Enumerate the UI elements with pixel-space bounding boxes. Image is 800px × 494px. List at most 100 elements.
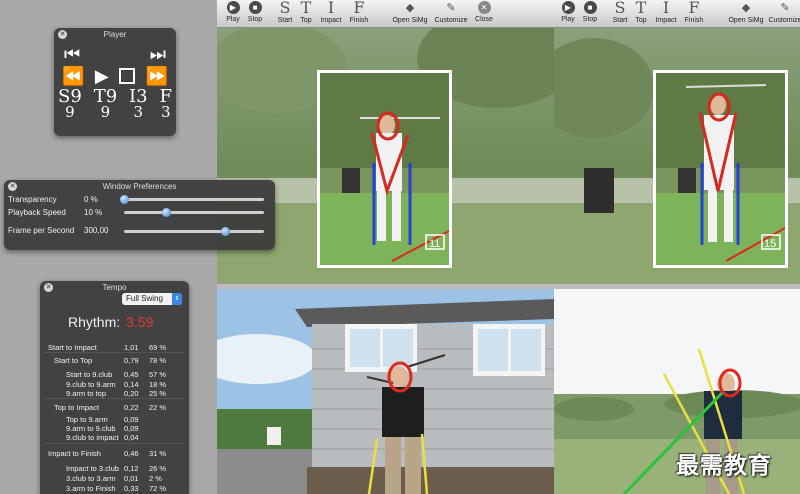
fps-slider[interactable]	[124, 230, 264, 233]
tempo-row: 3.club to 3.arm 0,01 2 %	[66, 474, 162, 483]
close-icon[interactable]: ✕	[44, 283, 53, 292]
frame-number-right: 15	[764, 238, 776, 250]
playback-speed-slider[interactable]	[124, 211, 264, 214]
video-window-bottom-left	[217, 289, 554, 494]
stop-icon: ■	[248, 1, 262, 14]
tempo-row-seconds: 0,33	[124, 484, 139, 493]
tempo-row-percent: 26 %	[149, 464, 167, 473]
start-button[interactable]: S Start	[276, 0, 294, 24]
transparency-slider[interactable]	[124, 198, 264, 201]
fast-forward-button[interactable]: ⏩	[146, 66, 168, 86]
impact-button[interactable]: I Impact	[318, 0, 344, 24]
tempo-row-percent: 2 %	[149, 474, 162, 483]
frame-number-left: 11	[429, 238, 440, 250]
close-icon[interactable]: ✕	[58, 30, 67, 39]
tempo-row-percent: 69 %	[149, 343, 167, 352]
playback-speed-slider-knob[interactable]	[162, 208, 171, 217]
play-icon: ▶	[226, 1, 240, 14]
video-frame: 15	[554, 28, 800, 289]
play-button[interactable]: ▶ Play	[558, 1, 578, 23]
tempo-row-percent: 22 %	[149, 403, 167, 412]
impact-button[interactable]: I Impact	[653, 0, 679, 24]
analysis-frame: 15	[653, 70, 788, 268]
watermark-logo: 最需教育	[676, 453, 772, 479]
close-icon[interactable]: ✕	[8, 182, 17, 191]
playback-speed-label: Playback Speed	[8, 208, 66, 217]
window-preferences-panel: ✕ Window Preferences Transparency 0 % Pl…	[4, 180, 275, 250]
tempo-row: Impact to 3.club 0,12 26 %	[66, 464, 166, 473]
stop-icon: ■	[583, 1, 597, 14]
play-button[interactable]: ▶	[95, 66, 109, 86]
swing-position-markers: S9 9 T9 9 I3 3 F3	[54, 86, 176, 120]
start-marker-button[interactable]: S9 9	[58, 88, 82, 120]
tempo-row: Top to Impact 0,22 22 %	[54, 403, 166, 412]
customize-button[interactable]: ✎ Customize	[766, 1, 800, 24]
toolbar: ▶ Play ■ Stop S Start T Top I Impact F Finish …	[554, 0, 800, 28]
skip-to-end-button[interactable]: ⏭	[150, 44, 166, 64]
tempo-row-seconds: 0,04	[124, 433, 139, 442]
tempo-row-label: 9.club to impact	[66, 433, 119, 442]
tempo-row-label: Top to 9.arm	[66, 415, 108, 424]
tempo-row-percent: 25 %	[149, 389, 167, 398]
tempo-row: 9.club to impact 0,04	[66, 433, 139, 442]
open-simg-button[interactable]: ◆ Open SiMg	[726, 1, 766, 24]
open-icon: ◆	[741, 1, 751, 14]
rhythm-value: 3.59	[126, 314, 154, 330]
tempo-row-label: Impact to 3.club	[66, 464, 119, 473]
tempo-row: Top to 9.arm 0,09	[66, 415, 139, 424]
finish-button[interactable]: F Finish	[683, 0, 705, 24]
finish-marker-button[interactable]: F3	[160, 88, 173, 120]
tempo-row-label: Top to Impact	[54, 403, 100, 412]
tempo-separator	[44, 443, 185, 444]
analysis-frame: 11	[317, 70, 452, 268]
swing-mode-select[interactable]: Full Swing ⇕	[122, 293, 182, 305]
tempo-row-seconds: 0,79	[124, 356, 139, 365]
stop-button[interactable]	[119, 68, 136, 84]
rewind-button[interactable]: ⏪	[62, 66, 84, 86]
panel-title: ✕ Window Preferences	[8, 182, 177, 191]
tempo-row-percent: 31 %	[149, 449, 167, 458]
panel-title: ✕ Player	[58, 30, 127, 39]
tempo-row-label: 9.arm to top	[66, 389, 107, 398]
open-simg-button[interactable]: ◆ Open SiMg	[390, 1, 430, 24]
tempo-row-label: Start to Impact	[48, 343, 97, 352]
impact-marker-button[interactable]: I3 3	[129, 88, 148, 120]
tempo-row-label: Start to 9.club	[66, 370, 113, 379]
play-icon: ▶	[561, 1, 575, 14]
finish-glyph-icon: F	[688, 0, 700, 17]
impact-glyph-icon: I	[662, 0, 670, 17]
tempo-row: 9.club to 9.arm 0,14 18 %	[66, 380, 166, 389]
swing-overlay: 11	[320, 73, 449, 265]
fps-slider-knob[interactable]	[220, 227, 230, 236]
tempo-row-percent: 18 %	[149, 380, 167, 389]
customize-button[interactable]: ✎ Customize	[432, 1, 470, 24]
tempo-row-seconds: 0,09	[124, 415, 139, 424]
top-marker-button[interactable]: T9 9	[94, 88, 117, 120]
rhythm-readout: Rhythm: 3.59	[68, 314, 154, 330]
tempo-row-label: Impact to Finish	[48, 449, 101, 458]
tempo-row-percent: 72 %	[149, 484, 167, 493]
finish-button[interactable]: F Finish	[348, 0, 370, 24]
top-button[interactable]: T Top	[298, 0, 314, 24]
tempo-row-percent: 78 %	[149, 356, 167, 365]
stop-button[interactable]: ■ Stop	[580, 1, 600, 23]
tempo-row-seconds: 0,20	[124, 389, 139, 398]
tempo-separator	[44, 352, 185, 353]
tempo-row-label: 9.arm to 9.club	[66, 424, 116, 433]
tempo-row-label: 3.club to 3.arm	[66, 474, 116, 483]
play-button[interactable]: ▶ Play	[223, 1, 243, 23]
tempo-row: 3.arm to Finish 0,33 72 %	[66, 484, 166, 493]
player-panel: ✕ Player ⏮ ⏭ ⏪ ▶ ⏩ S9 9 T9 9 I3 3 F3	[54, 28, 176, 136]
tempo-row: Start to Top 0,79 78 %	[54, 356, 166, 365]
transparency-slider-knob[interactable]	[120, 195, 129, 204]
tempo-row-seconds: 0,46	[124, 449, 139, 458]
skip-to-start-button[interactable]: ⏮	[64, 44, 80, 64]
start-button[interactable]: S Start	[611, 0, 629, 24]
tempo-panel: ✕ Tempo Full Swing ⇕ Rhythm: 3.59 Start t…	[40, 281, 189, 494]
close-button[interactable]: ✕ Close	[473, 1, 495, 23]
stop-button[interactable]: ■ Stop	[245, 1, 265, 23]
tempo-row-label: Start to Top	[54, 356, 93, 365]
top-button[interactable]: T Top	[633, 0, 649, 24]
tempo-row-seconds: 0,01	[124, 474, 139, 483]
tempo-row-label: 3.arm to Finish	[66, 484, 116, 493]
